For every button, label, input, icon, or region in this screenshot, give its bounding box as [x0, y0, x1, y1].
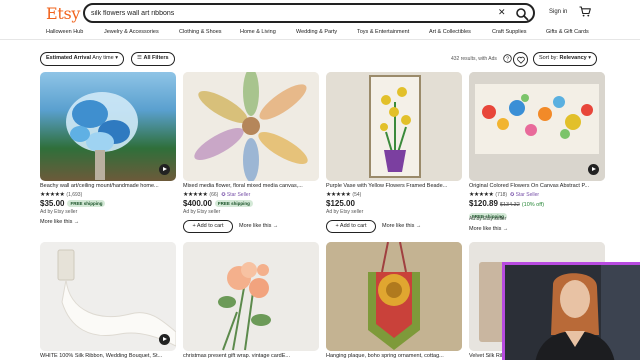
clear-search-icon[interactable]: ✕	[498, 7, 506, 18]
product-image[interactable]	[183, 242, 319, 351]
site-header: Etsy ✕ Sign in	[0, 0, 640, 28]
product-price: $35.00	[40, 199, 65, 208]
nav-home-living[interactable]: Home & Living	[240, 29, 276, 35]
stars-icon: ★★★★★	[326, 192, 351, 198]
nav-wedding-party[interactable]: Wedding & Party	[296, 29, 337, 35]
play-video-icon[interactable]	[159, 164, 170, 175]
review-count: (718)	[495, 192, 508, 198]
nav-jewelry-accessories[interactable]: Jewelry & Accessories	[104, 29, 159, 35]
product-rating: ★★★★★ (718) ✪ Star Seller	[469, 191, 539, 198]
filter-icon: ☰	[137, 55, 142, 61]
arrival-label: Estimated Arrival	[46, 55, 92, 61]
free-shipping-badge: FREE shipping	[214, 200, 253, 208]
product-title[interactable]: christmas present gift wrap. vintage car…	[183, 353, 319, 359]
search-input[interactable]	[91, 6, 486, 20]
sign-in-link[interactable]: Sign in	[549, 9, 567, 15]
nav-craft-supplies[interactable]: Craft Supplies	[492, 29, 527, 35]
category-nav: Halloween Hub Jewelry & Accessories Clot…	[0, 28, 640, 40]
search-bar: ✕	[83, 3, 535, 23]
more-like-this-link[interactable]: More like this →	[382, 223, 421, 229]
product-image[interactable]	[326, 72, 462, 181]
product-rating: ★★★★★ (54)	[326, 191, 361, 198]
product-title[interactable]: Beachy wall art/ceiling mount/handmade h…	[40, 183, 176, 189]
free-shipping-badge: FREE shipping	[67, 200, 106, 208]
product-title[interactable]: Mixed media flower, floral mixed media c…	[183, 183, 319, 189]
product-price: $125.00	[326, 199, 355, 208]
blue-glass-art-image	[66, 92, 138, 180]
stars-icon: ★★★★★	[183, 192, 208, 198]
more-like-this-link[interactable]: More like this →	[40, 219, 79, 225]
results-count: 432 results, with Ads	[451, 56, 497, 62]
product-title[interactable]: Hanging plaque, boho spring ornament, co…	[326, 353, 462, 359]
all-filters-button[interactable]: ☰ All Filters	[131, 52, 175, 66]
sort-value: Relevancy	[559, 55, 587, 61]
nav-art-collectibles[interactable]: Art & Collectibles	[429, 29, 471, 35]
help-icon[interactable]: ?	[503, 54, 512, 63]
product-image[interactable]	[40, 242, 176, 351]
product-price-row: $120.89 $134.32 (10% off)	[469, 199, 544, 208]
ad-by-seller: Ad by Etsy seller	[40, 209, 78, 215]
vintage-roses-card-image	[183, 242, 319, 351]
all-filters-label: All Filters	[143, 55, 169, 61]
presenter-video	[505, 265, 640, 360]
add-to-cart-button[interactable]: + Add to cart	[183, 220, 233, 233]
sort-dropdown[interactable]: Sort by: Relevancy ▾	[533, 52, 597, 66]
chevron-down-icon: ▾	[588, 55, 591, 61]
stars-icon: ★★★★★	[469, 192, 494, 198]
nav-halloween-hub[interactable]: Halloween Hub	[46, 29, 83, 35]
play-video-icon[interactable]	[159, 334, 170, 345]
chevron-down-icon: ▾	[115, 55, 118, 61]
product-image[interactable]	[40, 72, 176, 181]
nav-toys-entertainment[interactable]: Toys & Entertainment	[357, 29, 409, 35]
product-title[interactable]: Purple Vase with Yellow Flowers Framed B…	[326, 183, 462, 189]
ad-by-seller: Ad by Etsy seller	[326, 209, 364, 215]
review-count: (54)	[352, 192, 362, 198]
product-price: $400.00	[183, 199, 212, 208]
product-title[interactable]: WHITE 100% Silk Ribbon, Wedding Bouquet,…	[40, 353, 176, 359]
estimated-arrival-dropdown[interactable]: Estimated Arrival Any time ▾	[40, 52, 124, 66]
nav-clothing-shoes[interactable]: Clothing & Shoes	[179, 29, 222, 35]
star-seller-badge: ✪ Star Seller	[221, 192, 251, 198]
white-silk-ribbon-image	[40, 242, 176, 351]
product-rating: ★★★★★ (1,693)	[40, 191, 82, 198]
product-image[interactable]	[183, 72, 319, 181]
product-price: $120.89	[469, 199, 498, 208]
more-like-this-link[interactable]: More like this →	[239, 223, 278, 229]
ad-by-seller: Ad by Etsy seller	[183, 209, 221, 215]
svg-text:?: ?	[506, 57, 509, 63]
nav-gifts-gift-cards[interactable]: Gifts & Gift Cards	[546, 29, 589, 35]
stars-icon: ★★★★★	[40, 192, 65, 198]
search-icon[interactable]	[515, 7, 529, 21]
review-count: (1,693)	[66, 192, 83, 198]
etsy-logo[interactable]: Etsy	[46, 4, 80, 23]
product-image[interactable]	[469, 72, 605, 181]
more-like-this-link[interactable]: More like this →	[469, 226, 508, 232]
abstract-flowers-canvas-image	[469, 72, 605, 181]
product-rating: ★★★★★ (66) ✪ Star Seller	[183, 191, 250, 198]
product-image[interactable]	[326, 242, 462, 351]
beaded-vase-image	[326, 72, 462, 181]
ad-by-seller: Ad by Etsy seller	[469, 216, 507, 222]
discount-label: (10% off)	[521, 202, 545, 208]
review-count: (66)	[209, 192, 219, 198]
product-title[interactable]: Original Colored Flowers On Canvas Abstr…	[469, 183, 605, 189]
product-price-row: $400.00 FREE shipping	[183, 199, 253, 208]
cart-icon[interactable]	[579, 6, 591, 17]
sort-label: Sort by:	[539, 55, 558, 61]
arrival-value: Any time	[92, 55, 114, 61]
star-seller-badge: ✪ Star Seller	[510, 192, 540, 198]
add-to-cart-button[interactable]: + Add to cart	[326, 220, 376, 233]
favorite-search-button[interactable]	[513, 52, 528, 67]
play-video-icon[interactable]	[588, 164, 599, 175]
product-price-row: $125.00	[326, 199, 355, 208]
mixed-media-flower-image	[183, 72, 319, 181]
webcam-overlay	[502, 262, 640, 360]
product-price-row: $35.00 FREE shipping	[40, 199, 106, 208]
heart-icon	[517, 56, 525, 64]
hanging-plaque-image	[326, 242, 462, 351]
